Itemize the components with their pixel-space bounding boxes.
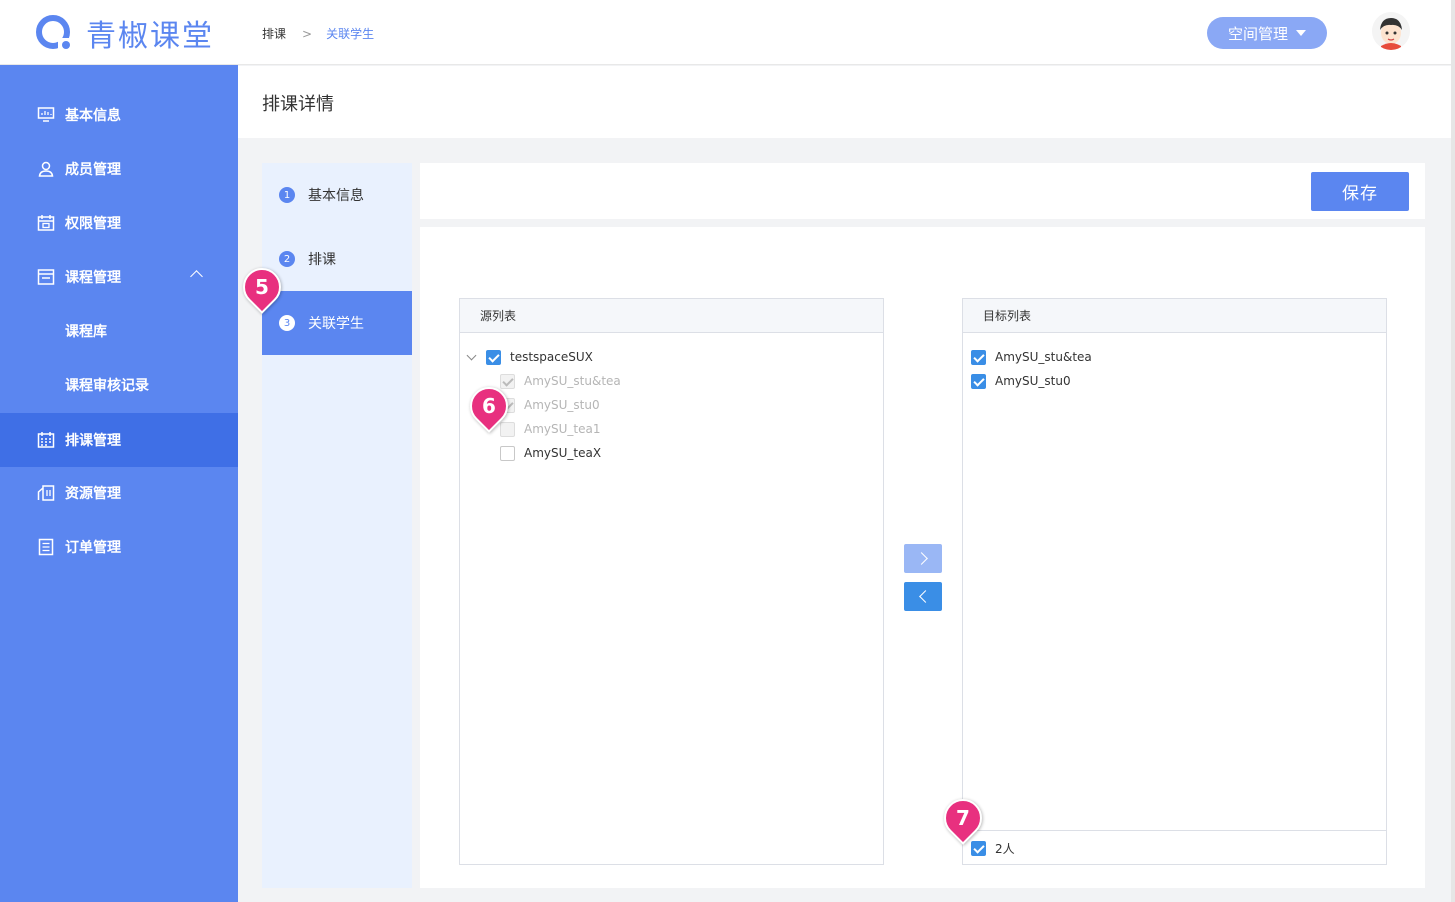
sidebar-item-resources[interactable]: 资源管理 (0, 466, 238, 520)
sidebar-item-label: 成员管理 (65, 162, 121, 178)
caret-down-icon (1296, 30, 1306, 36)
sidebar-item-label: 基本信息 (65, 108, 121, 124)
item-label: AmySU_stu&tea (524, 374, 621, 388)
sidebar-item-label: 课程审核记录 (65, 378, 149, 394)
transfer-area: 源列表 testspaceSUX AmySU_stu&tea AmySU_stu… (420, 227, 1425, 888)
chevron-down-icon[interactable] (466, 350, 477, 360)
logo-icon (36, 14, 74, 52)
step-number: 2 (279, 251, 295, 267)
source-list-title: 源列表 (460, 299, 883, 333)
sidebar-item-basic-info[interactable]: 基本信息 (0, 88, 238, 142)
tree-group-row[interactable]: testspaceSUX (466, 348, 593, 366)
target-list-panel: 目标列表 AmySU_stu&tea AmySU_stu0 2人 (962, 298, 1387, 865)
page-title: 排课详情 (262, 94, 334, 115)
page-title-bar: 排课详情 (238, 66, 1455, 138)
source-item[interactable]: AmySU_teaX (500, 444, 601, 462)
sidebar-item-members[interactable]: 成员管理 (0, 142, 238, 196)
sidebar-item-label: 订单管理 (65, 540, 121, 556)
item-label: AmySU_stu0 (995, 374, 1071, 388)
group-label: testspaceSUX (510, 350, 593, 364)
selected-count: 2人 (995, 841, 1015, 856)
breadcrumb-item[interactable]: 排课 (262, 25, 286, 42)
sidebar-item-courses[interactable]: 课程管理 (0, 250, 238, 304)
space-management-button[interactable]: 空间管理 (1207, 17, 1327, 49)
source-item[interactable]: AmySU_tea1 (500, 420, 600, 438)
move-right-button[interactable] (904, 544, 942, 573)
space-management-label: 空间管理 (1227, 24, 1288, 43)
step-label: 排课 (308, 252, 336, 268)
target-list-footer: 2人 (963, 830, 1386, 864)
annotation-pin-7: 7 (936, 791, 990, 847)
source-item[interactable]: AmySU_stu&tea (500, 372, 621, 390)
pin-number: 7 (956, 806, 970, 830)
logo-text: 青椒课堂 (86, 19, 214, 54)
sidebar-item-label: 权限管理 (65, 216, 121, 232)
sidebar: 基本信息 成员管理 权限管理 课程管理 课程库 课程审核记录 排课管理 资源管理 (0, 65, 238, 902)
pin-number: 5 (255, 275, 269, 299)
sidebar-item-label: 课程管理 (65, 270, 121, 286)
target-item[interactable]: AmySU_stu&tea (971, 348, 1092, 366)
app-logo[interactable]: 青椒课堂 (36, 14, 214, 54)
chevron-up-icon (190, 270, 203, 283)
window-scrollbar[interactable] (1451, 0, 1455, 902)
monitor-icon (37, 106, 55, 124)
source-list-panel: 源列表 testspaceSUX AmySU_stu&tea AmySU_stu… (459, 298, 884, 865)
top-header: 青椒课堂 排课 > 关联学生 空间管理 (0, 0, 1455, 65)
course-icon (37, 268, 55, 286)
target-list-title: 目标列表 (963, 299, 1386, 333)
sidebar-item-permissions[interactable]: 权限管理 (0, 196, 238, 250)
resource-icon (37, 484, 55, 502)
save-button[interactable]: 保存 (1311, 172, 1409, 211)
sidebar-item-course-review[interactable]: 课程审核记录 (0, 358, 238, 412)
sidebar-item-scheduling[interactable]: 排课管理 (0, 413, 238, 467)
chevron-right-icon (914, 552, 928, 565)
step-number: 3 (279, 315, 295, 331)
item-label: AmySU_stu0 (524, 398, 600, 412)
item-checkbox[interactable] (971, 349, 986, 365)
avatar[interactable] (1372, 12, 1410, 50)
step-label: 基本信息 (308, 188, 364, 204)
item-label: AmySU_stu&tea (995, 350, 1092, 364)
calendar-grid-icon (37, 431, 55, 449)
move-left-button[interactable] (904, 582, 942, 611)
step-number: 1 (279, 187, 295, 203)
annotation-pin-5: 5 (235, 260, 289, 316)
step-link-students[interactable]: 3 关联学生 (262, 291, 412, 355)
calendar-check-icon (37, 214, 55, 232)
step-scheduling[interactable]: 2 排课 (262, 227, 412, 291)
sidebar-item-label: 课程库 (65, 324, 107, 340)
order-icon (37, 538, 55, 556)
group-checkbox[interactable] (486, 349, 501, 365)
sidebar-item-label: 排课管理 (65, 433, 121, 449)
annotation-pin-6: 6 (462, 379, 516, 435)
sidebar-item-label: 资源管理 (65, 486, 121, 502)
breadcrumb: 排课 > 关联学生 (262, 25, 374, 42)
item-checkbox[interactable] (500, 445, 515, 461)
target-item[interactable]: AmySU_stu0 (971, 372, 1071, 390)
steps-panel: 1 基本信息 2 排课 3 关联学生 (262, 163, 412, 888)
toolbar: 保存 (420, 163, 1425, 219)
sidebar-item-orders[interactable]: 订单管理 (0, 520, 238, 574)
pin-number: 6 (482, 394, 496, 418)
item-label: AmySU_tea1 (524, 422, 601, 436)
chevron-left-icon (918, 590, 932, 603)
sidebar-item-course-library[interactable]: 课程库 (0, 304, 238, 358)
item-label: AmySU_teaX (524, 446, 602, 460)
item-checkbox[interactable] (971, 373, 986, 389)
source-item[interactable]: AmySU_stu0 (500, 396, 600, 414)
step-basic-info[interactable]: 1 基本信息 (262, 163, 412, 227)
step-label: 关联学生 (308, 316, 364, 332)
breadcrumb-separator: > (302, 26, 313, 41)
user-icon (37, 160, 55, 178)
breadcrumb-current: 关联学生 (326, 27, 375, 41)
